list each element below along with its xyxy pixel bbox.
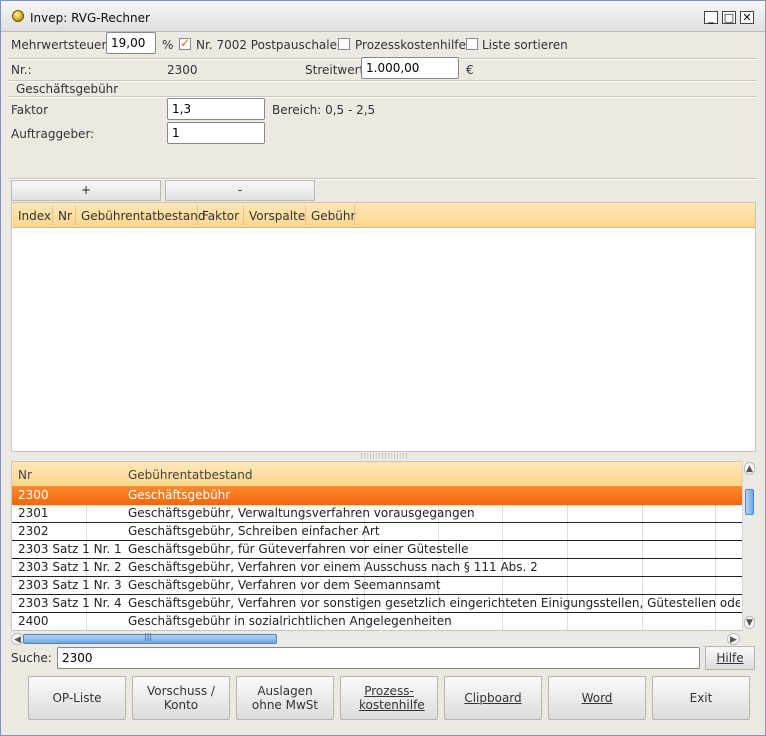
col-vorspalte[interactable]: Vorspalte <box>249 209 305 223</box>
button-label: Vorschuss / Konto <box>147 684 215 712</box>
button-label: Prozess-kostenhilfe <box>359 684 425 712</box>
button-label: Exit <box>689 691 713 705</box>
prozesskostenhilfe-checkbox[interactable] <box>338 38 350 50</box>
search-input[interactable]: 2300 <box>57 647 700 669</box>
col-nr[interactable]: Nr <box>58 209 72 223</box>
title-bar: Invep: RVG-Rechner _ □ ✕ <box>1 1 765 32</box>
row-desc: Geschäftsgebühr, Verfahren vor einem Aus… <box>128 560 538 574</box>
row-nr: 2301 <box>18 506 49 520</box>
vorschuss-konto-button[interactable]: Vorschuss / Konto <box>132 676 230 720</box>
button-label: Auslagen ohne MwSt <box>251 684 319 712</box>
auftraggeber-label: Auftraggeber: <box>11 127 95 141</box>
table-row[interactable]: 2303 Satz 1 Nr. 4 Geschäftsgebühr, Verfa… <box>12 594 742 613</box>
auftraggeber-input[interactable]: 1 <box>167 122 265 144</box>
clipboard-button[interactable]: Clipboard <box>444 676 542 720</box>
mwst-input[interactable]: 19,00 <box>106 32 156 54</box>
window-title: Invep: RVG-Rechner <box>30 11 150 25</box>
streitwert-input[interactable]: 1.000,00 <box>361 57 459 79</box>
row-nr: 2400 <box>18 614 49 628</box>
prozesskostenhilfe-label: Prozesskostenhilfe <box>355 38 466 52</box>
scroll-thumb[interactable] <box>23 632 277 644</box>
op-liste-button[interactable]: OP-Liste <box>28 676 126 720</box>
nr-label: Nr.: <box>11 63 32 77</box>
selected-fees-table[interactable]: Index Nr Gebührentatbestand Faktor Vorsp… <box>11 202 756 452</box>
table-header: Nr Gebührentatbestand <box>12 462 742 487</box>
help-button[interactable]: Hilfe <box>705 646 755 670</box>
vertical-scrollbar[interactable]: ▲ ▼ <box>742 461 756 631</box>
button-label: OP-Liste <box>52 691 102 705</box>
col-gebuehr[interactable]: Gebühr <box>311 209 355 223</box>
row-nr: 2303 Satz 1 Nr. 1 <box>18 542 122 556</box>
table-row[interactable]: 2303 Satz 1 Nr. 1 Geschäftsgebühr, für G… <box>12 540 742 559</box>
search-label: Suche: <box>11 651 52 665</box>
table-row[interactable]: 2303 Satz 1 Nr. 3 Geschäftsgebühr, Verfa… <box>12 576 742 595</box>
app-icon <box>12 10 24 22</box>
col-nr[interactable]: Nr <box>18 468 32 482</box>
row-nr: 2300 <box>18 488 49 502</box>
splitter-handle[interactable] <box>361 453 407 459</box>
row-desc: Geschäftsgebühr, Schreiben einfacher Art <box>128 524 380 538</box>
auslagen-button[interactable]: Auslagen ohne MwSt <box>236 676 334 720</box>
faktor-label: Faktor <box>11 103 49 117</box>
postpauschale-label: Nr. 7002 Postpauschale <box>196 38 337 52</box>
row-nr: 2302 <box>18 524 49 538</box>
exit-button[interactable]: Exit <box>652 676 750 720</box>
button-label: Clipboard <box>464 691 522 705</box>
percent-label: % <box>162 38 174 52</box>
currency-label: € <box>466 63 474 77</box>
row-desc: Geschäftsgebühr, Verfahren vor dem Seema… <box>128 578 441 592</box>
col-gebuehrentatbestand[interactable]: Gebührentatbestand <box>128 468 252 482</box>
row-desc: Geschäftsgebühr, Verfahren vor sonstigen… <box>128 596 740 610</box>
row-desc: Geschäftsgebühr in sozialrichtlichen Ang… <box>128 614 452 628</box>
scroll-up-icon[interactable]: ▲ <box>744 462 755 475</box>
button-label: Word <box>581 691 613 705</box>
scroll-thumb[interactable] <box>745 489 754 515</box>
row-desc: Geschäftsgebühr <box>128 488 231 502</box>
liste-sortieren-checkbox[interactable] <box>466 38 478 50</box>
divider <box>9 80 757 82</box>
streitwert-label: Streitwert <box>305 63 365 77</box>
table-row[interactable]: 2301 Geschäftsgebühr, Verwaltungsverfahr… <box>12 504 742 523</box>
fee-catalog-table[interactable]: Nr Gebührentatbestand 2300 Geschäftsgebü… <box>11 461 756 631</box>
row-nr: 2303 Satz 1 Nr. 2 <box>18 560 122 574</box>
close-button[interactable]: ✕ <box>740 11 754 24</box>
table-row[interactable]: 2302 Geschäftsgebühr, Schreiben einfache… <box>12 522 742 541</box>
add-button[interactable]: + <box>11 180 161 201</box>
row-nr: 2303 Satz 1 Nr. 3 <box>18 578 122 592</box>
table-row[interactable]: 2400 Geschäftsgebühr in sozialrichtliche… <box>12 612 742 630</box>
section-title: Geschäftsgebühr <box>16 82 119 96</box>
faktor-input[interactable]: 1,3 <box>167 98 265 120</box>
remove-button[interactable]: - <box>165 180 315 201</box>
liste-sortieren-label: Liste sortieren <box>482 38 568 52</box>
maximize-button[interactable]: □ <box>722 11 736 24</box>
nr-value: 2300 <box>167 63 198 77</box>
postpauschale-checkbox[interactable] <box>179 36 191 50</box>
col-faktor[interactable]: Faktor <box>202 209 239 223</box>
table-row[interactable]: 2303 Satz 1 Nr. 2 Geschäftsgebühr, Verfa… <box>12 558 742 577</box>
scroll-down-icon[interactable]: ▼ <box>744 616 755 629</box>
divider <box>9 96 757 98</box>
bereich-label: Bereich: 0,5 - 2,5 <box>272 103 376 117</box>
horizontal-scrollbar[interactable]: ◀ ▶ <box>11 632 741 646</box>
rvg-rechner-window: Invep: RVG-Rechner _ □ ✕ Mehrwertsteuer:… <box>0 0 766 736</box>
col-gebuehrentatbestand[interactable]: Gebührentatbestand <box>81 209 205 223</box>
prozesskostenhilfe-button[interactable]: Prozess-kostenhilfe <box>340 676 438 720</box>
word-button[interactable]: Word <box>548 676 646 720</box>
table-header: Index Nr Gebührentatbestand Faktor Vorsp… <box>12 203 755 228</box>
row-desc: Geschäftsgebühr, für Güteverfahren vor e… <box>128 542 469 556</box>
table-row-selected[interactable]: 2300 Geschäftsgebühr <box>12 486 742 505</box>
mwst-label: Mehrwertsteuer: <box>11 38 111 52</box>
scroll-right-icon[interactable]: ▶ <box>727 633 740 645</box>
row-nr: 2303 Satz 1 Nr. 4 <box>18 596 122 610</box>
row-desc: Geschäftsgebühr, Verwaltungsverfahren vo… <box>128 506 475 520</box>
col-index[interactable]: Index <box>18 209 51 223</box>
minimize-button[interactable]: _ <box>704 11 718 24</box>
